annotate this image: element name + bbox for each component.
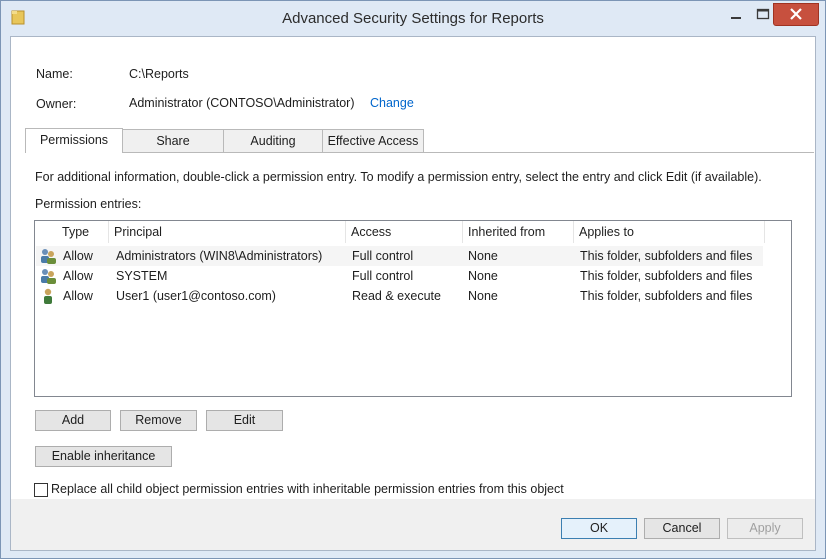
edit-button[interactable]: Edit: [206, 410, 283, 431]
name-label: Name:: [36, 67, 73, 81]
replace-child-permissions-label[interactable]: Replace all child object permission entr…: [51, 482, 564, 496]
row-principal: SYSTEM: [116, 269, 168, 283]
info-text: For additional information, double-click…: [35, 170, 762, 184]
row-applies-to: This folder, subfolders and files: [580, 249, 753, 263]
column-header-applies-to[interactable]: Applies to: [574, 221, 765, 243]
group-users-icon: [41, 249, 56, 264]
tab-share[interactable]: Share: [122, 129, 224, 152]
enable-inheritance-button[interactable]: Enable inheritance: [35, 446, 172, 467]
column-header-type[interactable]: Type: [57, 221, 109, 243]
remove-button[interactable]: Remove: [120, 410, 197, 431]
row-inherited-from: None: [468, 249, 498, 263]
title-bar[interactable]: Advanced Security Settings for Reports: [1, 1, 825, 35]
main-panel: Name: C:\Reports Owner: Administrator (C…: [11, 37, 815, 499]
owner-label: Owner:: [36, 97, 77, 111]
column-header-principal[interactable]: Principal: [109, 221, 346, 243]
row-access: Full control: [352, 269, 414, 283]
cancel-button[interactable]: Cancel: [644, 518, 720, 539]
row-principal: User1 (user1@contoso.com): [116, 289, 276, 303]
single-user-icon: [44, 288, 52, 304]
row-principal: Administrators (WIN8\Administrators): [116, 249, 323, 263]
name-value: C:\Reports: [129, 67, 189, 81]
dialog-client-area: Name: C:\Reports Owner: Administrator (C…: [10, 36, 816, 551]
dialog-window: Advanced Security Settings for Reports N…: [0, 0, 826, 559]
row-access: Full control: [352, 249, 414, 263]
permission-entries-label: Permission entries:: [35, 197, 142, 211]
column-header-access[interactable]: Access: [346, 221, 463, 243]
add-button[interactable]: Add: [35, 410, 111, 431]
row-type: Allow: [63, 289, 93, 303]
window-title: Advanced Security Settings for Reports: [282, 10, 544, 27]
group-users-icon: [41, 269, 56, 284]
row-inherited-from: None: [468, 289, 498, 303]
close-icon: [790, 8, 802, 20]
row-inherited-from: None: [468, 269, 498, 283]
owner-value: Administrator (CONTOSO\Administrator): [129, 96, 355, 110]
permission-entries-list[interactable]: Type Principal Access Inherited from App…: [34, 220, 792, 397]
change-owner-link[interactable]: Change: [370, 96, 414, 110]
close-button[interactable]: [773, 3, 819, 26]
table-row[interactable]: Allow Administrators (WIN8\Administrator…: [36, 246, 763, 266]
minimize-icon[interactable]: [723, 4, 749, 24]
table-row[interactable]: Allow SYSTEM Full control None This fold…: [36, 266, 763, 286]
ok-button[interactable]: OK: [561, 518, 637, 539]
row-applies-to: This folder, subfolders and files: [580, 269, 753, 283]
apply-button[interactable]: Apply: [727, 518, 803, 539]
tab-effective-access[interactable]: Effective Access: [322, 129, 424, 152]
row-type: Allow: [63, 269, 93, 283]
column-header-inherited-from[interactable]: Inherited from: [463, 221, 574, 243]
table-row[interactable]: Allow User1 (user1@contoso.com) Read & e…: [36, 286, 763, 306]
tab-auditing[interactable]: Auditing: [223, 129, 323, 152]
row-access: Read & execute: [352, 289, 441, 303]
row-applies-to: This folder, subfolders and files: [580, 289, 753, 303]
replace-child-permissions-checkbox[interactable]: [34, 483, 48, 497]
tab-permissions[interactable]: Permissions: [25, 128, 123, 153]
row-type: Allow: [63, 249, 93, 263]
